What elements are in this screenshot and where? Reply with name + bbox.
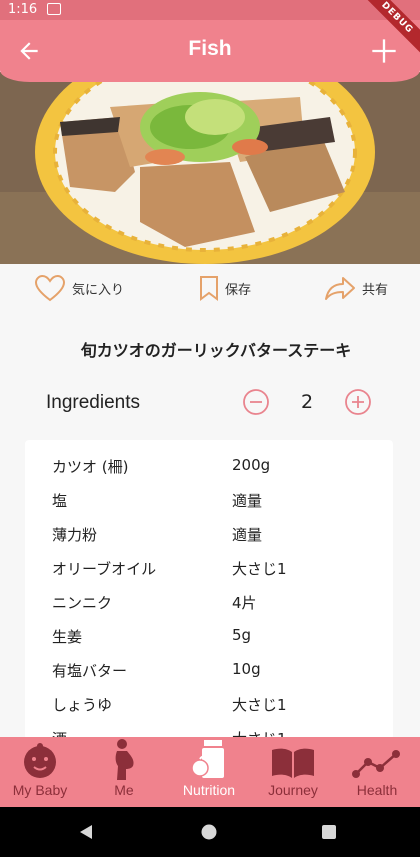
ingredient-name: ニンニク [52, 594, 113, 612]
tab-health[interactable]: Health [344, 737, 410, 807]
pregnant-icon [115, 739, 134, 780]
ingredient-amount: 5g [232, 626, 252, 644]
recipe-photo [0, 72, 420, 264]
ingredients-header: Ingredients 2 [0, 384, 420, 420]
ingredient-row: オリーブオイル 大さじ1 [25, 550, 393, 584]
recipe-title: 旬カツオのガーリックバターステーキ [80, 341, 352, 360]
tab-me-label: Me [114, 782, 134, 798]
ingredient-amount: 適量 [232, 526, 263, 544]
nutrition-icon [191, 740, 224, 778]
app-bar: Fish [0, 20, 420, 82]
share-label: 共有 [362, 282, 389, 298]
status-bar: 1:16 [0, 0, 420, 20]
ingredient-amount: 大さじ1 [232, 560, 287, 578]
servings-count: 2 [300, 391, 314, 413]
ingredient-amount: 大さじ1 [232, 696, 287, 714]
ingredient-name: オリーブオイル [52, 560, 157, 578]
ingredients-card[interactable]: カツオ (柵) 200g 塩 適量 薄力粉 適量 オリーブオイル 大さじ1 ニン… [25, 440, 393, 740]
tab-nutrition-label: Nutrition [182, 782, 236, 798]
ingredient-name: 薄力粉 [52, 526, 98, 544]
fish-dish-illustration [0, 72, 420, 264]
ingredient-row: 薄力粉 適量 [25, 516, 393, 550]
share-button[interactable]: 共有 [324, 268, 388, 308]
ingredient-name: 有塩バター [52, 662, 128, 680]
tab-me[interactable]: Me [94, 737, 154, 807]
tab-health-label: Health [356, 782, 398, 798]
bottom-navigation: My Baby Me Nutrition Journey Health [0, 737, 420, 807]
nav-recents-icon[interactable] [321, 824, 337, 840]
heart-icon [34, 274, 66, 302]
save-button[interactable]: 保存 [199, 268, 251, 308]
ingredient-amount: 4片 [232, 594, 257, 612]
ingredient-row: 有塩バター 10g [25, 652, 393, 686]
bookmark-icon [200, 276, 218, 301]
action-row: 気に入り 保存 共有 [0, 268, 420, 308]
system-navigation-bar [0, 807, 420, 857]
tab-my-baby-label: My Baby [12, 782, 68, 798]
page-title: Fish [188, 37, 232, 60]
ingredient-row: 塩 適量 [25, 482, 393, 516]
nav-back-icon[interactable] [78, 824, 94, 840]
ingredient-row: 生姜 5g [25, 618, 393, 652]
favorite-label: 気に入り [72, 282, 125, 298]
baby-face-icon [24, 743, 56, 778]
add-icon[interactable] [370, 37, 398, 65]
ingredient-amount: 200g [232, 456, 271, 474]
ingredient-row: ニンニク 4片 [25, 584, 393, 618]
increase-servings-icon[interactable] [344, 388, 372, 416]
status-time: 1:16 [8, 2, 38, 17]
ingredient-name: 塩 [52, 492, 68, 510]
ingredient-row: カツオ (柵) 200g [25, 448, 393, 482]
book-icon [272, 748, 314, 778]
tab-nutrition[interactable]: Nutrition [174, 737, 244, 807]
ingredients-label: Ingredients [46, 392, 141, 413]
ingredient-name: 生姜 [52, 628, 83, 646]
ingredient-row: しょうゆ 大さじ1 [25, 686, 393, 720]
ingredient-amount: 適量 [232, 492, 263, 510]
decrease-servings-icon[interactable] [242, 388, 270, 416]
save-label: 保存 [225, 282, 252, 298]
notification-icon [47, 3, 61, 15]
tab-journey[interactable]: Journey [258, 737, 328, 807]
tab-my-baby[interactable]: My Baby [6, 737, 74, 807]
chart-line-icon [352, 750, 400, 778]
ingredient-name: カツオ (柵) [52, 458, 129, 476]
recipe-screen: 1:16 DEBUG Fish 気に入り 保存 共有 旬カツオのガーリックバター… [0, 0, 420, 857]
favorite-button[interactable]: 気に入り [34, 268, 124, 308]
nav-home-icon[interactable] [201, 824, 217, 840]
ingredient-amount: 10g [232, 660, 261, 678]
share-arrow-icon [325, 277, 355, 300]
tab-journey-label: Journey [268, 782, 318, 798]
ingredient-name: しょうゆ [52, 696, 113, 714]
